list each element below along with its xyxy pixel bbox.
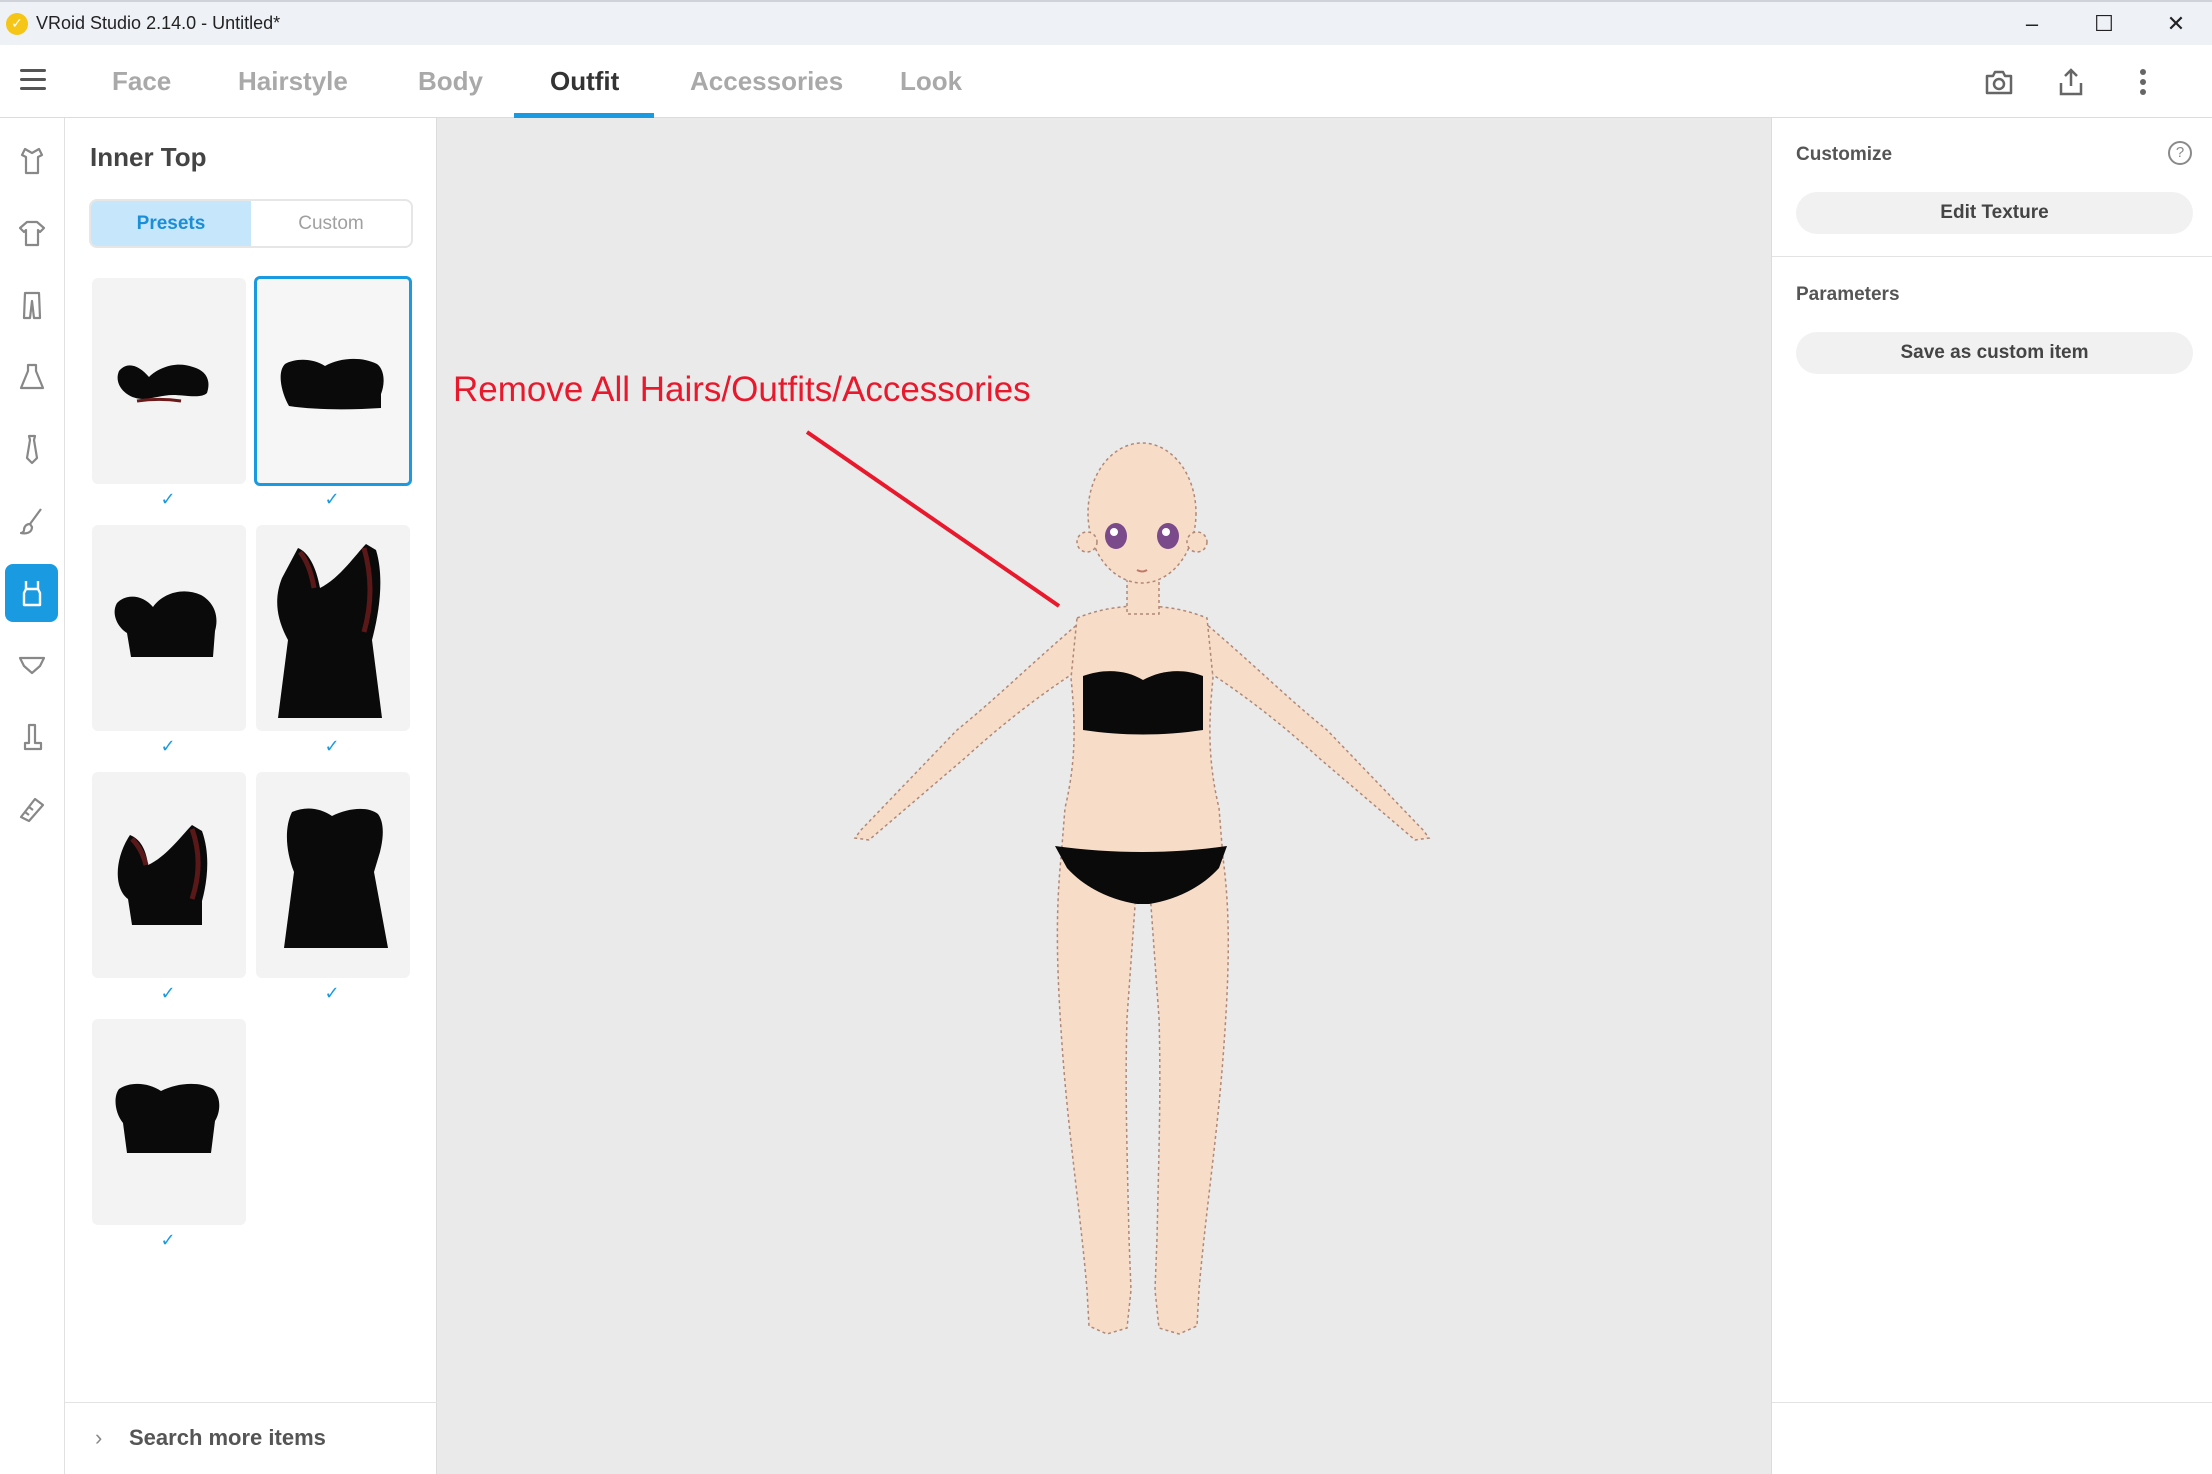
maximize-button[interactable]: ☐ [2068, 2, 2140, 45]
search-more-items-label: Search more items [129, 1425, 326, 1450]
custom-tab[interactable]: Custom [251, 201, 411, 246]
hamburger-menu-icon[interactable] [20, 69, 46, 90]
preset-item-strapless-long[interactable] [256, 772, 410, 978]
save-as-custom-item-button[interactable]: Save as custom item [1796, 332, 2193, 374]
customize-heading: Customize [1796, 144, 1893, 165]
section-divider [1772, 256, 2212, 257]
tab-body[interactable]: Body [418, 45, 483, 118]
tab-accessories[interactable]: Accessories [690, 45, 843, 118]
properties-panel: Customize ? Edit Texture Parameters Save… [1771, 118, 2212, 1474]
inner-top-panel: Inner Top Presets Custom ✓ ✓ ✓ ✓ ✓ ✓ ✓ ›… [65, 118, 437, 1474]
inner-bottom-icon[interactable] [5, 636, 58, 694]
preset-checkmark: ✓ [324, 983, 340, 1003]
close-button[interactable]: ✕ [2140, 2, 2212, 45]
presets-custom-toggle: Presets Custom [89, 199, 413, 248]
preset-checkmark: ✓ [160, 983, 176, 1003]
title-bar: ✓ VRoid Studio 2.14.0 - Untitled* – ☐ ✕ [0, 0, 2212, 45]
tab-outfit[interactable]: Outfit [550, 45, 619, 118]
brush-icon[interactable] [5, 492, 58, 550]
footer-divider [1772, 1402, 2212, 1403]
inner-top-icon[interactable] [5, 564, 58, 622]
bottoms-icon[interactable] [5, 276, 58, 334]
model-viewport[interactable]: Remove All Hairs/Outfits/Accessories [437, 118, 1771, 1474]
edit-texture-button[interactable]: Edit Texture [1796, 192, 2193, 234]
preset-checkmark: ✓ [324, 736, 340, 756]
parameters-heading: Parameters [1796, 284, 1900, 305]
socks-icon[interactable] [5, 708, 58, 766]
preset-checkmark: ✓ [160, 736, 176, 756]
window-title: VRoid Studio 2.14.0 - Untitled* [36, 13, 281, 33]
vroid-logo-icon: ✓ [6, 12, 28, 35]
preset-item-crop-tube[interactable] [92, 1019, 246, 1225]
chevron-right-icon: › [95, 1425, 103, 1450]
preset-checkmark: ✓ [160, 489, 176, 509]
necktie-icon[interactable] [5, 420, 58, 478]
avatar-model [805, 430, 1431, 1335]
search-more-items[interactable]: › Search more items [65, 1402, 437, 1474]
shoes-icon[interactable] [5, 780, 58, 838]
help-icon[interactable]: ? [2168, 141, 2192, 165]
preset-item-bandeau-sweetheart[interactable] [92, 525, 246, 731]
preset-item-twisted-bandeau[interactable] [92, 278, 246, 484]
preset-item-one-shoulder-short[interactable] [92, 772, 246, 978]
tab-hairstyle[interactable]: Hairstyle [238, 45, 348, 118]
top-navigation: Face Hairstyle Body Outfit Accessories L… [0, 45, 2212, 118]
tab-face[interactable]: Face [112, 45, 171, 118]
onepiece-icon[interactable] [5, 348, 58, 406]
window-controls: – ☐ ✕ [1996, 2, 2212, 45]
more-vertical-icon[interactable] [2124, 63, 2162, 101]
presets-tab[interactable]: Presets [91, 201, 251, 246]
panel-title: Inner Top [90, 142, 207, 172]
export-icon[interactable] [2052, 63, 2090, 101]
tops-icon[interactable] [5, 204, 58, 262]
annotation-arrow [805, 430, 1061, 608]
preset-item-tube-top[interactable] [254, 276, 412, 486]
category-rail [0, 118, 65, 1474]
tab-look[interactable]: Look [900, 45, 962, 118]
preset-item-one-shoulder-long[interactable] [256, 525, 410, 731]
outfit-set-icon[interactable] [5, 132, 58, 190]
camera-icon[interactable] [1980, 63, 2018, 101]
preset-checkmark: ✓ [160, 1230, 176, 1250]
preset-checkmark: ✓ [324, 489, 340, 509]
minimize-button[interactable]: – [1996, 2, 2068, 45]
